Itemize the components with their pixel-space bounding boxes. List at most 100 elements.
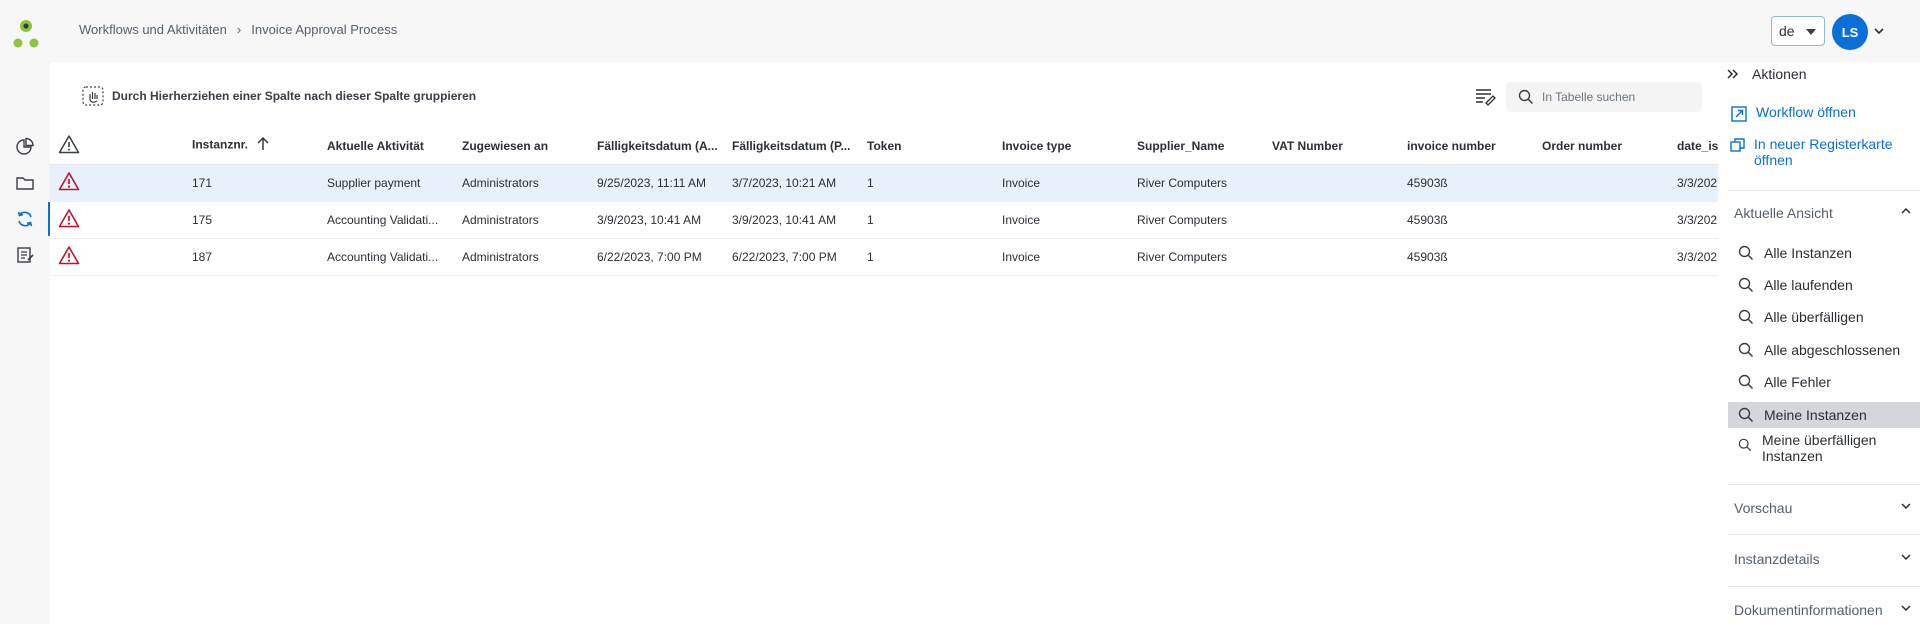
header-token[interactable]: Token (857, 128, 992, 165)
view-all-completed[interactable]: Alle abgeschlossenen (1728, 337, 1920, 363)
sort-ascending-icon[interactable] (256, 137, 270, 154)
group-by-drop-zone[interactable]: Durch Hierherziehen einer Spalte nach di… (82, 86, 476, 106)
header-vat-number[interactable]: VAT Number (1262, 128, 1397, 165)
drag-hand-icon (82, 86, 104, 106)
nav-documents[interactable] (0, 166, 50, 200)
open-in-new-tab-label: In neuer Registerkarte öffnen (1754, 136, 1893, 168)
breadcrumb: Workflows und Aktivitäten › Invoice Appr… (79, 22, 397, 37)
actions-panel-header[interactable]: Aktionen (1726, 66, 1806, 82)
open-in-new-tab-link[interactable]: In neuer Registerkarte öffnen (1730, 136, 1916, 168)
open-workflow-label: Workflow öffnen (1756, 104, 1856, 120)
cell-due-date-p: 3/7/2023, 10:21 AM (722, 164, 857, 202)
table-row[interactable]: 171 Supplier payment Administrators 9/25… (50, 164, 1718, 202)
instances-table: Instanznr. Aktuelle Aktivität Zugewiesen… (50, 128, 1718, 276)
avatar[interactable]: LS (1832, 14, 1868, 50)
table-row[interactable]: 187 Accounting Validati... Administrator… (50, 238, 1718, 276)
cell-current-activity: Accounting Validati... (317, 238, 452, 276)
search-icon (1738, 277, 1754, 293)
view-label: Meine Instanzen (1764, 407, 1867, 423)
chevron-down-icon (1901, 605, 1911, 612)
search-icon (1738, 309, 1754, 325)
header-supplier-name[interactable]: Supplier_Name (1127, 128, 1262, 165)
row-status (50, 164, 182, 202)
breadcrumb-root[interactable]: Workflows und Aktivitäten (79, 22, 227, 37)
search-icon (1518, 89, 1534, 105)
app-logo[interactable] (12, 18, 42, 50)
header-due-date-p[interactable]: Fälligkeitsdatum (P... (722, 128, 857, 165)
search-icon (1738, 438, 1752, 452)
header-date-issued[interactable]: date_is (1667, 128, 1718, 165)
view-my-overdue-instances[interactable]: Meine überfälligen Instanzen (1728, 430, 1920, 466)
pie-chart-icon (16, 137, 34, 155)
chevron-down-icon (1901, 554, 1911, 561)
cell-assigned-to: Administrators (452, 164, 587, 202)
nav-workflows[interactable] (0, 202, 50, 236)
divider (1728, 586, 1920, 587)
left-nav (0, 62, 50, 624)
view-label: Meine überfälligen Instanzen (1762, 432, 1877, 464)
cell-supplier-name: River Computers (1127, 238, 1262, 276)
column-chooser-icon[interactable] (1474, 86, 1496, 111)
nav-tasks[interactable] (0, 238, 50, 272)
view-all-instances[interactable]: Alle Instanzen (1728, 240, 1920, 266)
nav-dashboard[interactable] (0, 130, 50, 164)
search-icon (1738, 407, 1754, 423)
cell-current-activity: Accounting Validati... (317, 201, 452, 239)
chevron-down-icon[interactable] (1873, 24, 1885, 42)
cell-date-issued: 3/3/202 (1667, 238, 1718, 276)
view-my-instances[interactable]: Meine Instanzen (1728, 402, 1920, 428)
double-chevron-right-icon[interactable] (1726, 67, 1740, 81)
cell-vat-number (1262, 238, 1397, 276)
document-info-section-header[interactable]: Dokumentinformationen (1734, 602, 1920, 618)
preview-section-header[interactable]: Vorschau (1734, 500, 1920, 516)
open-workflow-link[interactable]: Workflow öffnen (1730, 104, 1856, 123)
cell-instance-number: 175 (182, 201, 317, 239)
actions-panel-title: Aktionen (1752, 66, 1807, 82)
section-label: Instanzdetails (1734, 551, 1820, 567)
cell-instance-number: 171 (182, 164, 317, 202)
main-content: Durch Hierherziehen einer Spalte nach di… (50, 62, 1718, 624)
actions-panel: Aktionen Workflow öffnen In neuer Regist… (1718, 62, 1920, 624)
cell-invoice-number: 45903ß (1397, 201, 1532, 239)
folder-icon (16, 177, 34, 190)
cell-invoice-number: 45903ß (1397, 164, 1532, 202)
sync-icon (17, 211, 33, 227)
table-row[interactable]: 175 Accounting Validati... Administrator… (50, 201, 1718, 239)
header-status[interactable] (50, 128, 182, 165)
table-search-input[interactable]: In Tabelle suchen (1506, 82, 1702, 112)
section-label: Dokumentinformationen (1734, 602, 1883, 618)
view-all-running[interactable]: Alle laufenden (1728, 272, 1920, 298)
chevron-up-icon (1901, 207, 1911, 214)
warning-icon (58, 135, 80, 154)
header-label: Instanznr. (192, 137, 249, 152)
current-view-section-header[interactable]: Aktuelle Ansicht (1734, 205, 1920, 221)
search-icon (1738, 342, 1754, 358)
cell-invoice-type: Invoice (992, 238, 1127, 276)
cell-supplier-name: River Computers (1127, 164, 1262, 202)
header-assigned-to[interactable]: Zugewiesen an (452, 128, 587, 165)
table-header-row: Instanznr. Aktuelle Aktivität Zugewiesen… (50, 128, 1718, 165)
cell-vat-number (1262, 201, 1397, 239)
instance-details-section-header[interactable]: Instanzdetails (1734, 551, 1920, 567)
chevron-down-icon (1901, 503, 1911, 510)
view-label: Alle abgeschlossenen (1764, 342, 1901, 358)
cell-assigned-to: Administrators (452, 201, 587, 239)
header-order-number[interactable]: Order number (1532, 128, 1667, 165)
cell-current-activity: Supplier payment (317, 164, 452, 202)
task-list-icon (17, 247, 34, 263)
header-current-activity[interactable]: Aktuelle Aktivität (317, 128, 452, 165)
header-due-date-a[interactable]: Fälligkeitsdatum (A... (587, 128, 722, 165)
language-select[interactable]: de (1771, 16, 1825, 46)
header-invoice-type[interactable]: Invoice type (992, 128, 1127, 165)
cell-due-date-a: 6/22/2023, 7:00 PM (587, 238, 722, 276)
view-all-overdue[interactable]: Alle überfälligen (1728, 304, 1920, 330)
header-instance-number[interactable]: Instanznr. (182, 128, 317, 165)
top-bar: Workflows und Aktivitäten › Invoice Appr… (0, 0, 1920, 62)
divider (1728, 534, 1920, 535)
header-invoice-number[interactable]: invoice number (1397, 128, 1532, 165)
caret-down-icon (1806, 29, 1816, 35)
view-all-errors[interactable]: Alle Fehler (1728, 369, 1920, 395)
breadcrumb-current: Invoice Approval Process (251, 22, 398, 37)
cell-order-number (1532, 164, 1667, 202)
cell-invoice-type: Invoice (992, 164, 1127, 202)
